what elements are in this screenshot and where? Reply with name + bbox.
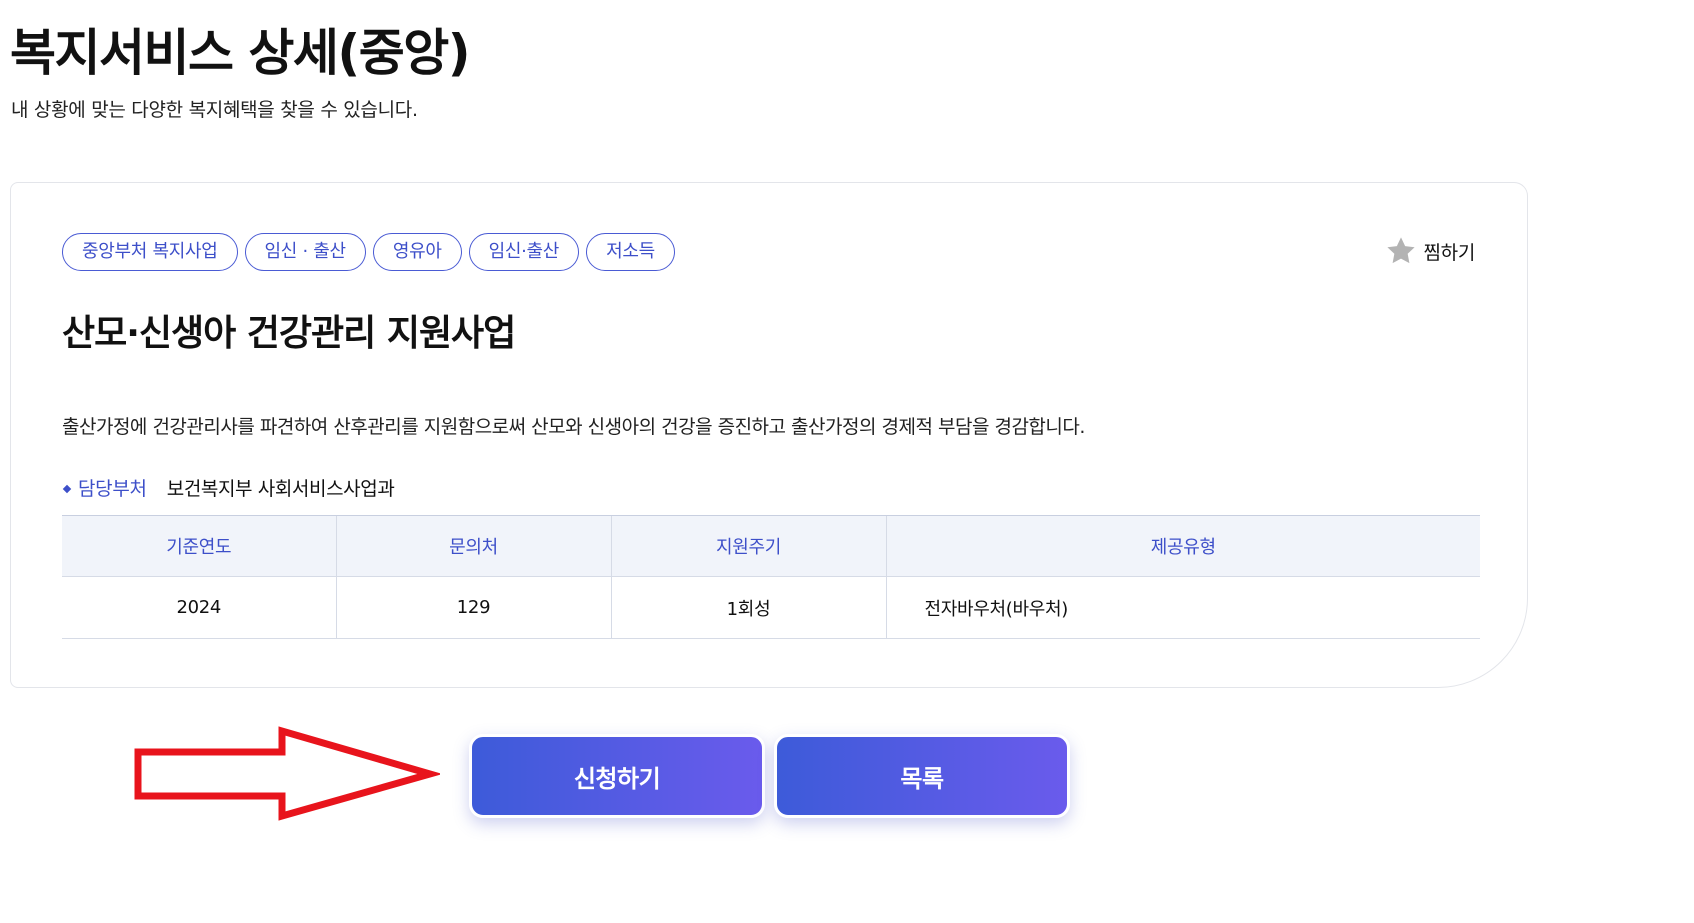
cell-provision-type: 전자바우처(바우처) — [885, 576, 1480, 639]
tag-low-income[interactable]: 저소득 — [586, 233, 675, 271]
service-title: 산모·신생아 건강관리 지원사업 — [62, 313, 516, 354]
department-value: 보건복지부 사회서비스사업과 — [166, 478, 395, 500]
service-detail-card: 중앙부처 복지사업 임신 · 출산 영유아 임신·출산 저소득 찜하기 산모·신… — [10, 182, 1528, 688]
apply-button[interactable]: 신청하기 — [469, 734, 765, 818]
bookmark-label: 찜하기 — [1423, 241, 1475, 264]
cell-contact: 129 — [335, 576, 611, 639]
page-title: 복지서비스 상세(중앙) — [10, 24, 471, 82]
header-support-cycle: 지원주기 — [610, 515, 886, 577]
header-base-year: 기준연도 — [62, 515, 336, 577]
bookmark-button[interactable]: 찜하기 — [1385, 235, 1475, 267]
diamond-bullet-icon — [62, 484, 72, 494]
cell-support-cycle: 1회성 — [610, 576, 886, 639]
tag-central-ministry[interactable]: 중앙부처 복지사업 — [62, 233, 238, 271]
list-button[interactable]: 목록 — [774, 734, 1070, 818]
table-header-row: 기준연도 문의처 지원주기 제공유형 — [62, 515, 1480, 577]
category-tags: 중앙부처 복지사업 임신 · 출산 영유아 임신·출산 저소득 — [62, 233, 675, 271]
header-contact: 문의처 — [335, 515, 611, 577]
header-provision-type: 제공유형 — [885, 515, 1480, 577]
cell-base-year: 2024 — [62, 576, 336, 639]
service-info-table: 기준연도 문의처 지원주기 제공유형 2024 129 1회성 전자바우처(바우… — [62, 515, 1480, 639]
red-arrow-annotation — [134, 726, 440, 821]
service-description: 출산가정에 건강관리사를 파견하여 산후관리를 지원함으로써 산모와 신생아의 … — [62, 416, 1085, 438]
tag-infant[interactable]: 영유아 — [372, 233, 462, 271]
table-row: 2024 129 1회성 전자바우처(바우처) — [62, 576, 1480, 639]
page-subtitle: 내 상황에 맞는 다양한 복지혜택을 찾을 수 있습니다. — [11, 99, 418, 121]
star-icon — [1387, 237, 1416, 264]
department-info: 담당부처 보건복지부 사회서비스사업과 — [62, 475, 395, 503]
tag-pregnancy-birth-2[interactable]: 임신·출산 — [468, 233, 580, 271]
tag-pregnancy-birth[interactable]: 임신 · 출산 — [244, 233, 366, 271]
department-label: 담당부처 — [78, 478, 147, 500]
